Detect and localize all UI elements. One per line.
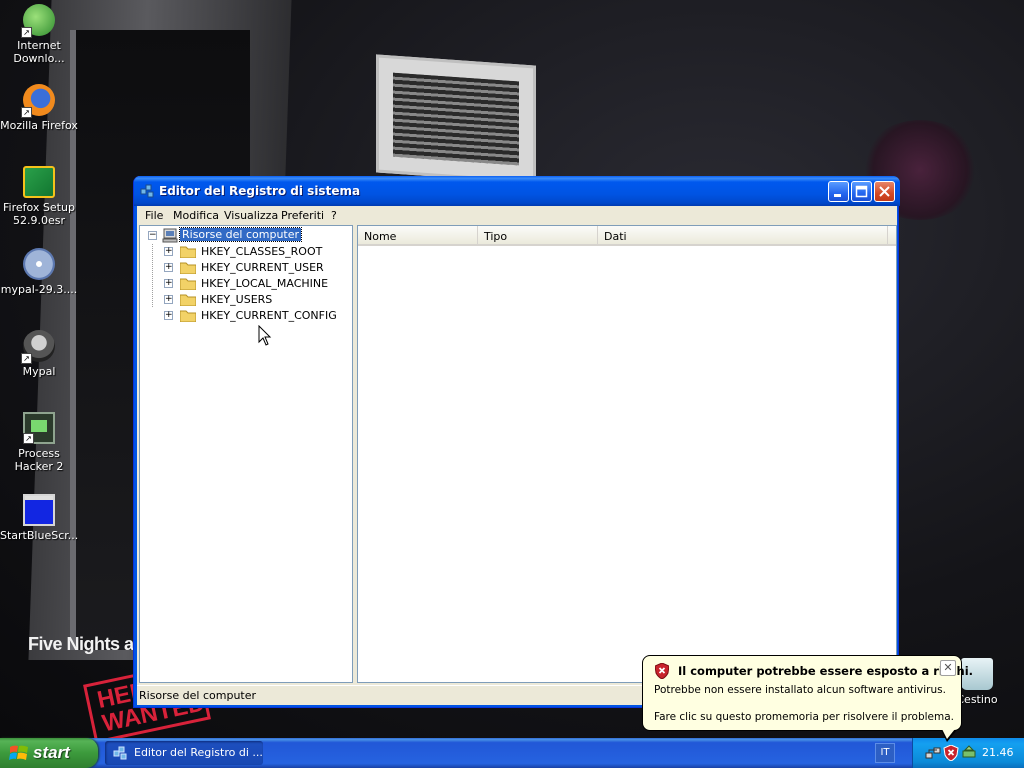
- minimize-icon: [834, 194, 841, 197]
- shortcut-arrow-icon: ↗: [21, 353, 32, 364]
- start-button[interactable]: start: [0, 738, 98, 768]
- column-header-dati[interactable]: Dati: [598, 226, 888, 246]
- expand-icon[interactable]: +: [164, 311, 173, 320]
- tree-node-label: HKEY_USERS: [201, 293, 273, 306]
- desktop-icon-label: Internet Downlo...: [13, 39, 65, 65]
- column-header-tipo[interactable]: Tipo: [478, 226, 598, 246]
- folder-icon: [180, 246, 196, 258]
- desktop-icon-label: Mypal: [22, 365, 56, 378]
- tree-root-label: Risorse del computer: [178, 227, 303, 242]
- tree-connector-line: [152, 244, 153, 308]
- system-tray: 21.46: [912, 738, 1024, 768]
- regedit-app-icon: [113, 746, 127, 760]
- balloon-message-line2: Fare clic su questo promemoria per risol…: [654, 711, 954, 723]
- desktop-icon-mypal-installer[interactable]: mypal-29.3....: [0, 248, 78, 296]
- desktop-icon-process-hacker[interactable]: ↗ Process Hacker 2: [0, 412, 78, 473]
- language-indicator[interactable]: IT: [875, 743, 895, 763]
- safely-remove-hardware-icon[interactable]: [961, 745, 977, 761]
- column-header-nome[interactable]: Nome: [358, 226, 478, 246]
- shortcut-arrow-icon: ↗: [23, 433, 34, 444]
- cd-installer-icon: [23, 248, 55, 280]
- registry-values-pane[interactable]: Nome Tipo Dati: [357, 225, 897, 683]
- expand-icon[interactable]: +: [164, 279, 173, 288]
- wallpaper-title: Five Nights at: [28, 634, 140, 654]
- collapse-icon[interactable]: −: [148, 231, 157, 240]
- menu-bar: File Modifica Visualizza Preferiti ?: [137, 206, 897, 226]
- status-text: Risorse del computer: [139, 689, 257, 702]
- bluescreen-icon: [23, 494, 55, 526]
- internet-download-icon: ↗: [21, 4, 55, 38]
- window-title: Editor del Registro di sistema: [159, 184, 361, 198]
- expand-icon[interactable]: +: [164, 247, 173, 256]
- security-balloon-notification[interactable]: Il computer potrebbe essere esposto a ri…: [642, 655, 973, 742]
- desktop-icon-label: StartBlueScr...: [0, 529, 79, 542]
- start-label: start: [33, 743, 70, 762]
- menu-visualizza[interactable]: Visualizza: [221, 208, 281, 224]
- registry-tree-pane[interactable]: − Risorse del computer + HKEY_CLASSES_RO…: [139, 225, 353, 683]
- desktop-icon-label: mypal-29.3....: [0, 283, 78, 296]
- window-titlebar[interactable]: Editor del Registro di sistema: [134, 176, 900, 206]
- desktop-icon-mypal[interactable]: ↗ Mypal: [0, 330, 78, 378]
- desktop-icon-label: Process Hacker 2: [14, 447, 64, 473]
- shortcut-arrow-icon: ↗: [21, 27, 32, 38]
- desktop-icon-label: Mozilla Firefox: [0, 119, 78, 132]
- folder-icon: [180, 294, 196, 306]
- desktop-icon-firefox[interactable]: ↗ Mozilla Firefox: [0, 84, 78, 132]
- security-shield-icon[interactable]: [943, 745, 959, 761]
- balloon-message-line1: Potrebbe non essere installato alcun sof…: [654, 684, 946, 696]
- list-header: Nome Tipo Dati: [358, 226, 896, 246]
- close-button[interactable]: [874, 181, 895, 202]
- clock[interactable]: 21.46: [982, 746, 1014, 759]
- taskbar-button-label: Editor del Registro di ...: [134, 746, 263, 759]
- balloon-title: Il computer potrebbe essere esposto a ri…: [678, 664, 974, 678]
- menu-file[interactable]: File: [142, 208, 166, 224]
- balloon-tail-fill: [942, 729, 955, 739]
- desktop-icon-startbluescreen[interactable]: StartBlueScr...: [0, 494, 78, 542]
- computer-icon: [162, 228, 178, 243]
- security-shield-icon: [655, 663, 669, 679]
- registry-editor-window[interactable]: Editor del Registro di sistema File Modi…: [133, 176, 900, 708]
- folder-icon: [180, 310, 196, 322]
- folder-icon: [180, 262, 196, 274]
- windows-logo-icon: [9, 745, 28, 760]
- maximize-button[interactable]: [851, 181, 872, 202]
- minimize-button[interactable]: [828, 181, 849, 202]
- maximize-icon: [855, 185, 868, 198]
- firefox-setup-icon: [23, 166, 55, 198]
- balloon-close-button[interactable]: ✕: [940, 660, 956, 676]
- close-icon: [879, 186, 890, 197]
- menu-modifica[interactable]: Modifica: [170, 208, 222, 224]
- wallpaper-vent: [376, 54, 536, 184]
- menu-preferiti[interactable]: Preferiti: [278, 208, 327, 224]
- shortcut-arrow-icon: ↗: [21, 107, 32, 118]
- tree-node-label: HKEY_CLASSES_ROOT: [201, 245, 323, 258]
- expand-icon[interactable]: +: [164, 295, 173, 304]
- mypal-icon: ↗: [21, 330, 55, 364]
- expand-icon[interactable]: +: [164, 263, 173, 272]
- desktop-icon-firefox-setup[interactable]: Firefox Setup 52.9.0esr: [0, 166, 78, 227]
- desktop-icon-internet-download[interactable]: ↗ Internet Downlo...: [0, 4, 78, 65]
- firefox-icon: ↗: [21, 84, 55, 118]
- network-icon[interactable]: [925, 745, 941, 761]
- mouse-cursor-icon: [258, 325, 272, 346]
- tree-node-label: HKEY_LOCAL_MACHINE: [201, 277, 329, 290]
- regedit-app-icon: [140, 184, 154, 198]
- menu-help[interactable]: ?: [328, 208, 340, 224]
- folder-icon: [180, 278, 196, 290]
- tree-node-label: HKEY_CURRENT_USER: [201, 261, 324, 274]
- desktop-icon-label: Firefox Setup 52.9.0esr: [3, 201, 75, 227]
- taskbar-button-regedit[interactable]: Editor del Registro di ...: [105, 741, 263, 765]
- tree-node-label: HKEY_CURRENT_CONFIG: [201, 309, 337, 322]
- taskbar: start Editor del Registro di ... IT 21.4…: [0, 738, 1024, 768]
- process-hacker-icon: ↗: [23, 412, 55, 444]
